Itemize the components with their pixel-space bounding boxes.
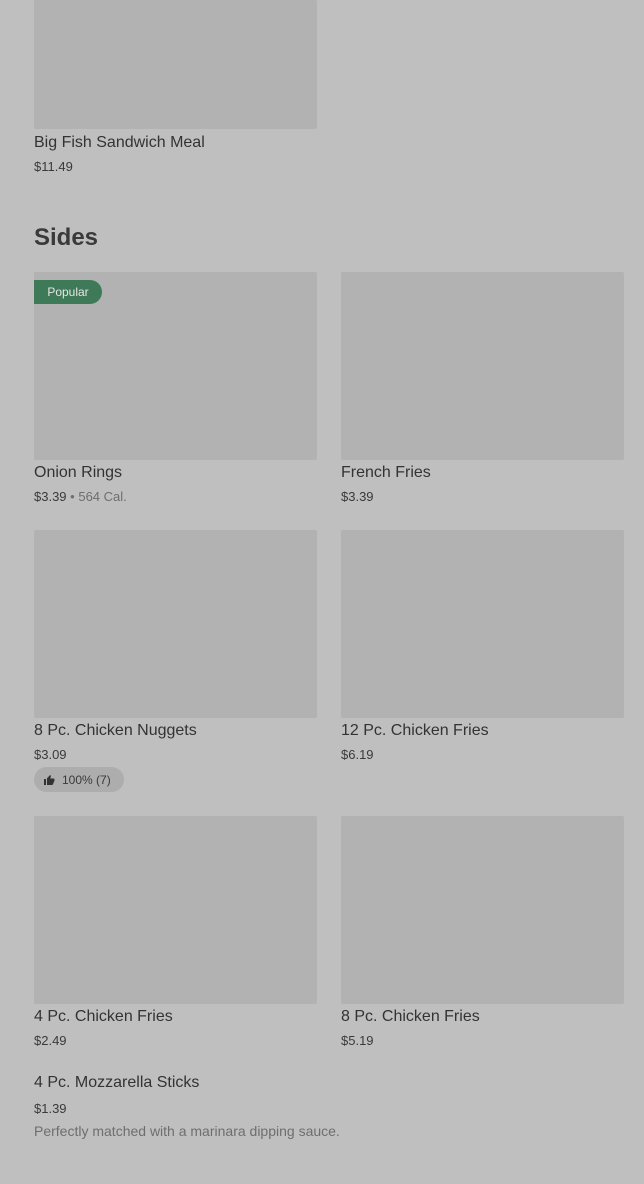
item-title-french-fries[interactable]: French Fries xyxy=(341,464,431,482)
item-image-big-fish[interactable] xyxy=(34,0,317,129)
item-price-8pc-chicken-fries: $5.19 xyxy=(341,1033,374,1048)
item-price-8pc-nuggets: $3.09 xyxy=(34,747,67,762)
item-image-4pc-chicken-fries[interactable] xyxy=(34,816,317,1004)
item-title-8pc-chicken-fries[interactable]: 8 Pc. Chicken Fries xyxy=(341,1008,480,1026)
item-title-8pc-nuggets[interactable]: 8 Pc. Chicken Nuggets xyxy=(34,722,197,740)
item-image-french-fries[interactable] xyxy=(341,272,624,460)
rating-badge: 100% (7) xyxy=(34,767,124,792)
price-value: $3.39 xyxy=(34,489,67,504)
item-price-french-fries: $3.39 xyxy=(341,489,374,504)
calories: 564 Cal. xyxy=(78,489,127,504)
item-price-onion-rings: $3.39 • 564 Cal. xyxy=(34,489,127,504)
item-image-12pc-chicken-fries[interactable] xyxy=(341,530,624,718)
item-title-12pc-chicken-fries[interactable]: 12 Pc. Chicken Fries xyxy=(341,722,489,740)
item-title-4pc-chicken-fries[interactable]: 4 Pc. Chicken Fries xyxy=(34,1008,173,1026)
item-price-12pc-chicken-fries: $6.19 xyxy=(341,747,374,762)
item-title-big-fish[interactable]: Big Fish Sandwich Meal xyxy=(34,134,205,152)
popular-badge: Popular xyxy=(34,280,102,304)
item-description-mozzarella-sticks: Perfectly matched with a marinara dippin… xyxy=(34,1123,340,1139)
thumbs-up-icon xyxy=(44,774,55,785)
item-title-onion-rings[interactable]: Onion Rings xyxy=(34,464,122,482)
item-image-8pc-chicken-fries[interactable] xyxy=(341,816,624,1004)
item-price-4pc-chicken-fries: $2.49 xyxy=(34,1033,67,1048)
item-price-mozzarella-sticks: $1.39 xyxy=(34,1101,67,1116)
item-image-8pc-nuggets[interactable] xyxy=(34,530,317,718)
section-title-sides: Sides xyxy=(34,224,99,251)
item-title-mozzarella-sticks[interactable]: 4 Pc. Mozzarella Sticks xyxy=(34,1074,199,1092)
rating-value: 100% (7) xyxy=(62,772,111,787)
item-price-big-fish: $11.49 xyxy=(34,159,73,174)
